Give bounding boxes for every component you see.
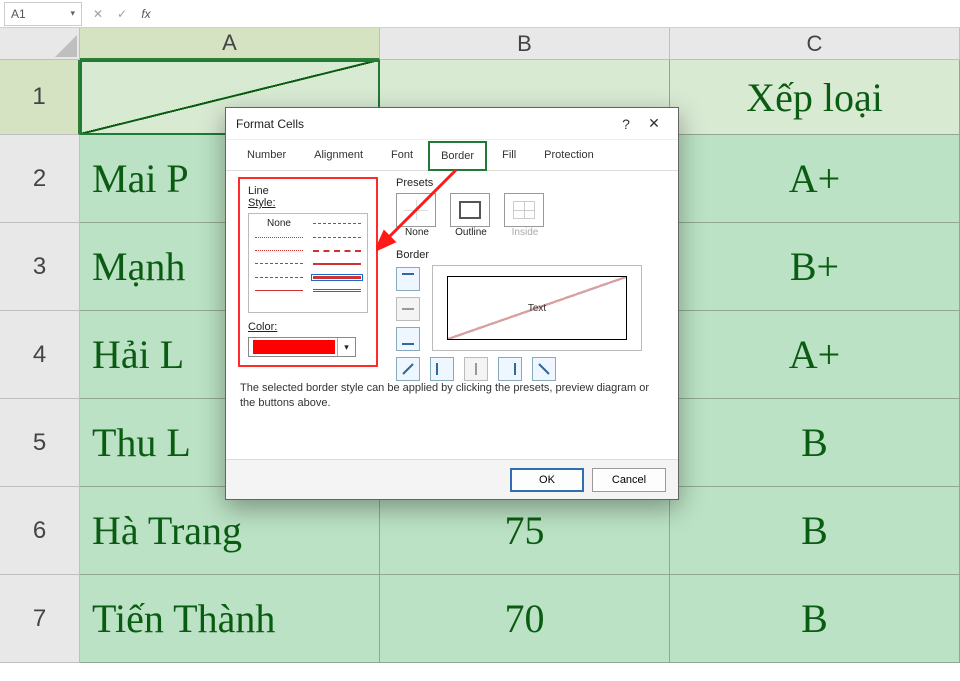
border-middle-h-button[interactable] [396,297,420,321]
cell-C7[interactable]: B [670,575,960,663]
border-top-button[interactable] [396,267,420,291]
line-style-dash4[interactable] [255,263,303,264]
preset-outline[interactable]: Outline [450,193,492,238]
column-headers: A B C [80,28,960,60]
line-style-dot[interactable] [255,237,303,238]
line-style-thick-selected[interactable] [313,276,361,279]
border-preview[interactable]: Text [432,265,642,351]
preset-outline-text: Outline [450,227,492,238]
preset-inside[interactable]: Inside [504,193,546,238]
cell-C4[interactable]: A+ [670,311,960,399]
border-left-button[interactable] [430,357,454,381]
border-diag-up-button[interactable] [396,357,420,381]
border-bottom-button[interactable] [396,327,420,351]
border-preview-inner: Text [447,276,627,340]
cancel-button[interactable]: Cancel [592,468,666,492]
tab-protection[interactable]: Protection [531,140,607,170]
cell-A7[interactable]: Tiến Thành [80,575,380,663]
help-icon[interactable]: ? [612,116,640,132]
preset-none[interactable]: None [396,193,438,238]
line-style-none[interactable]: None [255,218,303,229]
row-headers: 1 2 3 4 5 6 7 [0,60,80,663]
row-header-4[interactable]: 4 [0,311,80,399]
dialog-body: Line Style: None Color: ▾ [226,171,678,461]
color-swatch [253,340,335,354]
line-label: Line [248,185,368,197]
line-style-dash5[interactable] [255,277,303,278]
select-all-corner[interactable] [0,28,80,60]
preview-text: Text [528,303,546,314]
col-header-B[interactable]: B [380,28,670,60]
presets-group: Presets None Outline Inside [396,177,546,238]
style-label: Style: [248,197,368,209]
close-icon[interactable]: ✕ [640,115,668,132]
cell-C3[interactable]: B+ [670,223,960,311]
line-style-thin[interactable] [255,290,303,291]
confirm-formula-icon[interactable]: ✓ [110,7,134,21]
row-header-2[interactable]: 2 [0,135,80,223]
border-side-buttons-left [396,267,420,351]
line-group-highlighted: Line Style: None Color: ▾ [238,177,378,367]
border-hint-text: The selected border style can be applied… [240,381,664,412]
border-side-buttons-bottom [396,357,556,381]
border-diag-down-button[interactable] [532,357,556,381]
cell-C2[interactable]: A+ [670,135,960,223]
fx-icon[interactable]: fx [134,7,158,21]
line-style-med[interactable] [313,263,361,265]
tab-alignment[interactable]: Alignment [301,140,376,170]
row-header-1[interactable]: 1 [0,60,80,135]
cancel-formula-icon[interactable]: ✕ [86,7,110,21]
dialog-footer: OK Cancel [226,459,678,499]
chevron-down-icon[interactable]: ▾ [70,8,75,19]
row-header-5[interactable]: 5 [0,399,80,487]
formula-bar: A1 ▾ ✕ ✓ fx [0,0,960,28]
cell-B6[interactable]: 75 [380,487,670,575]
border-right-button[interactable] [498,357,522,381]
dialog-tabs: Number Alignment Font Border Fill Protec… [226,140,678,171]
row-header-6[interactable]: 6 [0,487,80,575]
col-header-C[interactable]: C [670,28,960,60]
row-header-7[interactable]: 7 [0,575,80,663]
color-label: Color: [248,321,368,333]
format-cells-dialog: Format Cells ? ✕ Number Alignment Font B… [225,107,679,500]
line-style-double[interactable] [313,289,361,292]
tab-number[interactable]: Number [234,140,299,170]
tab-font[interactable]: Font [378,140,426,170]
line-style-dash1[interactable] [313,223,361,224]
line-style-dot2[interactable] [255,250,303,251]
cell-C5[interactable]: B [670,399,960,487]
line-style-dash3[interactable] [313,250,361,252]
line-style-picker[interactable]: None [248,213,368,313]
border-middle-v-button[interactable] [464,357,488,381]
presets-label: Presets [396,177,546,189]
line-style-dash2[interactable] [313,237,361,238]
active-cell-ref: A1 [11,7,26,21]
preset-inside-text: Inside [504,227,546,238]
col-header-A[interactable]: A [80,28,380,60]
cell-C6[interactable]: B [670,487,960,575]
border-label: Border [396,249,429,261]
border-color-picker[interactable]: ▾ [248,337,356,357]
dialog-titlebar[interactable]: Format Cells ? ✕ [226,108,678,140]
preset-none-text: None [396,227,438,238]
row-header-3[interactable]: 3 [0,223,80,311]
cell-B7[interactable]: 70 [380,575,670,663]
dialog-title: Format Cells [236,117,304,131]
cell-A6[interactable]: Hà Trang [80,487,380,575]
chevron-down-icon[interactable]: ▾ [337,338,355,356]
cell-C1[interactable]: Xếp loại [670,60,960,135]
tab-fill[interactable]: Fill [489,140,529,170]
ok-button[interactable]: OK [510,468,584,492]
name-box[interactable]: A1 ▾ [4,2,82,26]
tab-border[interactable]: Border [428,141,487,171]
